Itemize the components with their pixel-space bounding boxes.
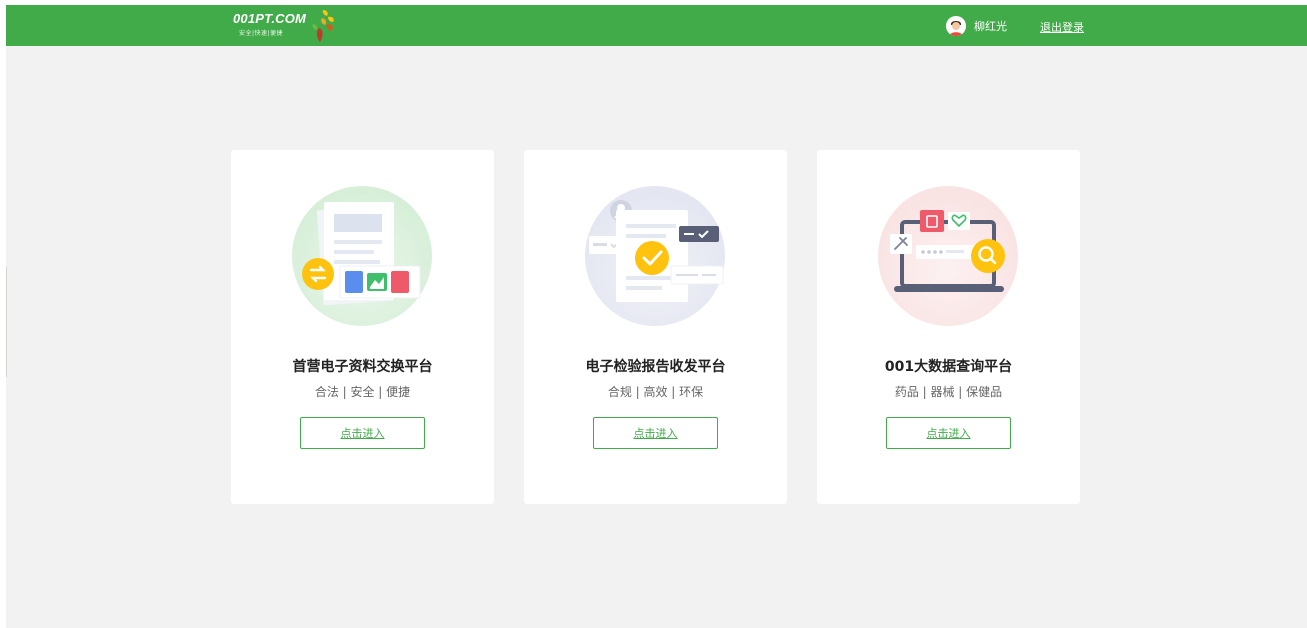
- page-frame: 001PT.COM 安全|快速|便捷 柳红光 退出登录 首营电子资料交换平台 合…: [6, 5, 1307, 628]
- enter-button-document-exchange[interactable]: 点击进入: [300, 417, 425, 449]
- card-subtitle: 合法 | 安全 | 便捷: [314, 385, 411, 399]
- platform-card-inspection-report: 电子检验报告收发平台 合规 | 高效 | 环保 点击进入: [524, 150, 787, 504]
- top-header: 001PT.COM 安全|快速|便捷 柳红光 退出登录: [6, 5, 1307, 46]
- card-title: 电子检验报告收发平台: [585, 359, 726, 375]
- card-subtitle: 合规 | 高效 | 环保: [607, 385, 704, 399]
- side-edge-marker: [6, 267, 7, 377]
- platform-card-big-data-query: 001大数据查询平台 药品 | 器械 | 保健品 点击进入: [817, 150, 1080, 504]
- data-search-illustration-icon: [878, 186, 1018, 326]
- avatar: [946, 16, 966, 36]
- logo-text: 001PT.COM: [233, 11, 307, 26]
- enter-button-big-data-query[interactable]: 点击进入: [886, 417, 1011, 449]
- card-title: 001大数据查询平台: [884, 359, 1013, 375]
- document-exchange-illustration-icon: [292, 186, 432, 326]
- card-subtitle: 药品 | 器械 | 保健品: [894, 385, 1003, 399]
- enter-button-inspection-report[interactable]: 点击进入: [593, 417, 718, 449]
- logout-link[interactable]: 退出登录: [1040, 19, 1084, 35]
- card-title: 首营电子资料交换平台: [292, 359, 433, 375]
- user-avatar-icon: [946, 16, 966, 36]
- leaf-logo-icon: [312, 10, 334, 42]
- platform-card-document-exchange: 首营电子资料交换平台 合法 | 安全 | 便捷 点击进入: [231, 150, 494, 504]
- logo-slogan: 安全|快速|便捷: [239, 30, 284, 37]
- user-info[interactable]: 柳红光: [946, 15, 1007, 37]
- site-logo[interactable]: 001PT.COM 安全|快速|便捷: [233, 8, 343, 44]
- user-name: 柳红光: [974, 20, 1007, 33]
- report-check-illustration-icon: [585, 186, 725, 326]
